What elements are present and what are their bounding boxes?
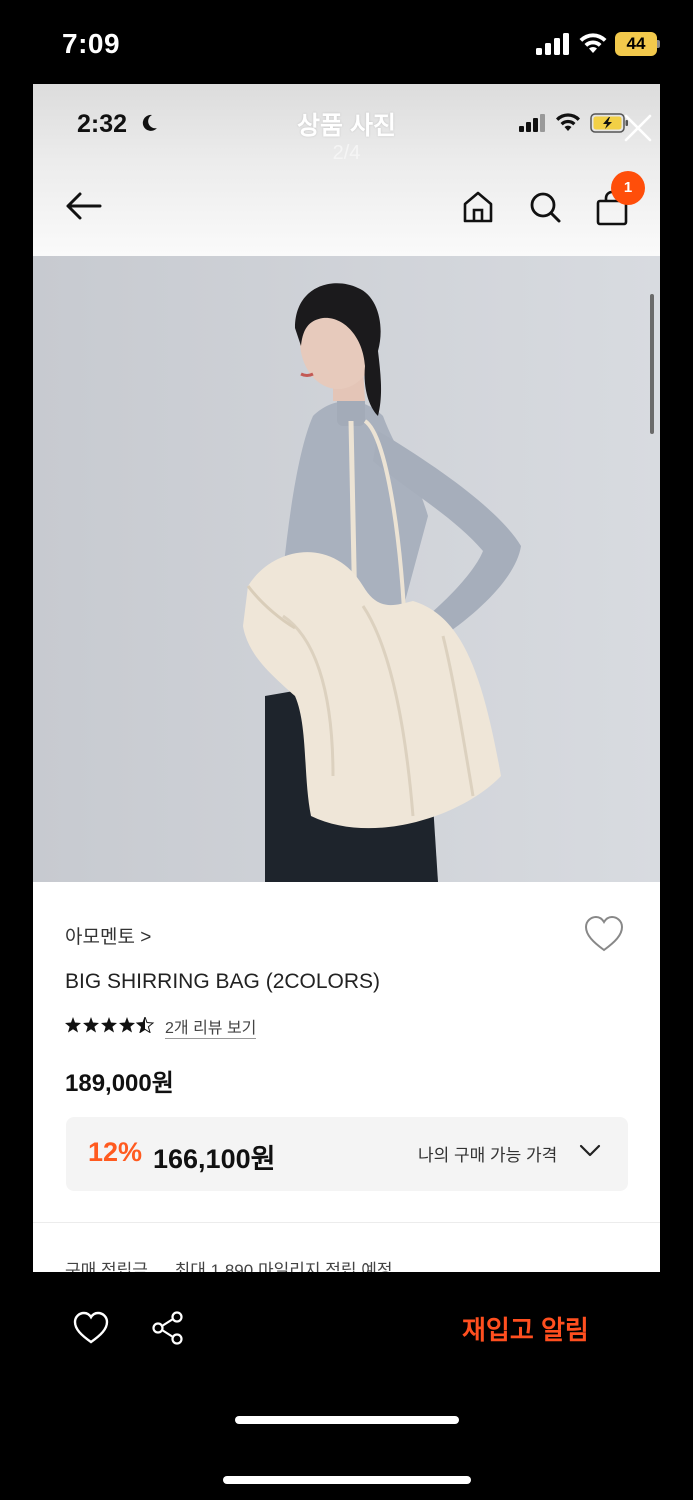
- photo-viewer: 2:32 상품 사진 2/4 1 아모멘토 > BIG SHIRRING BAG…: [33, 84, 660, 1272]
- product-info: 아모멘토 > BIG SHIRRING BAG (2COLORS) 2개 리뷰 …: [33, 882, 660, 1272]
- product-photo[interactable]: [33, 256, 660, 882]
- search-icon[interactable]: [528, 190, 562, 224]
- my-price-label: 나의 구매 가능 가격: [418, 1146, 558, 1165]
- share-icon[interactable]: [150, 1310, 186, 1346]
- rating-stars: [65, 1017, 154, 1033]
- battery-icon: 44: [615, 32, 661, 56]
- viewer-header: 2:32 상품 사진 2/4 1: [33, 84, 660, 256]
- wishlist-heart-icon[interactable]: [583, 914, 625, 954]
- divider: [33, 1222, 660, 1223]
- home-icon[interactable]: [461, 190, 495, 224]
- chevron-down-icon: [579, 1144, 601, 1157]
- outer-status-time: 7:09: [62, 28, 121, 59]
- points-row: 구매 적립금 최대 1,890 마일리지 적립 예정: [65, 1256, 645, 1272]
- my-price-dropdown[interactable]: 12% 166,100원 나의 구매 가능 가격: [66, 1117, 628, 1191]
- wifi-icon: [579, 33, 607, 53]
- brand-link[interactable]: 아모멘토 >: [65, 922, 151, 949]
- back-icon[interactable]: [64, 190, 104, 222]
- system-home-indicator: [223, 1476, 471, 1484]
- cart-count-badge: 1: [611, 171, 645, 205]
- home-indicator: [235, 1416, 459, 1424]
- heart-icon[interactable]: [72, 1310, 110, 1346]
- model-with-bag-illustration: [33, 256, 660, 882]
- points-value: 최대 1,890 마일리지 적립 예정: [174, 1261, 393, 1272]
- battery-level: 44: [615, 32, 657, 56]
- points-label: 구매 적립금: [65, 1261, 148, 1272]
- product-name: BIG SHIRRING BAG (2COLORS): [65, 970, 381, 993]
- close-icon[interactable]: [622, 112, 654, 144]
- cellular-signal-icon: [536, 33, 569, 55]
- scroll-indicator[interactable]: [650, 294, 654, 434]
- discount-rate: 12%: [88, 1137, 143, 1167]
- original-price: 189,000원: [65, 1070, 174, 1097]
- outer-status-bar: 7:09 44: [0, 0, 693, 84]
- restock-alert-button[interactable]: 재입고 알림: [462, 1310, 589, 1347]
- viewer-title: 상품 사진: [297, 112, 396, 140]
- photo-counter: 2/4: [332, 142, 361, 164]
- review-link[interactable]: 2개 리뷰 보기: [165, 1014, 257, 1039]
- sale-price: 166,100원: [153, 1144, 276, 1174]
